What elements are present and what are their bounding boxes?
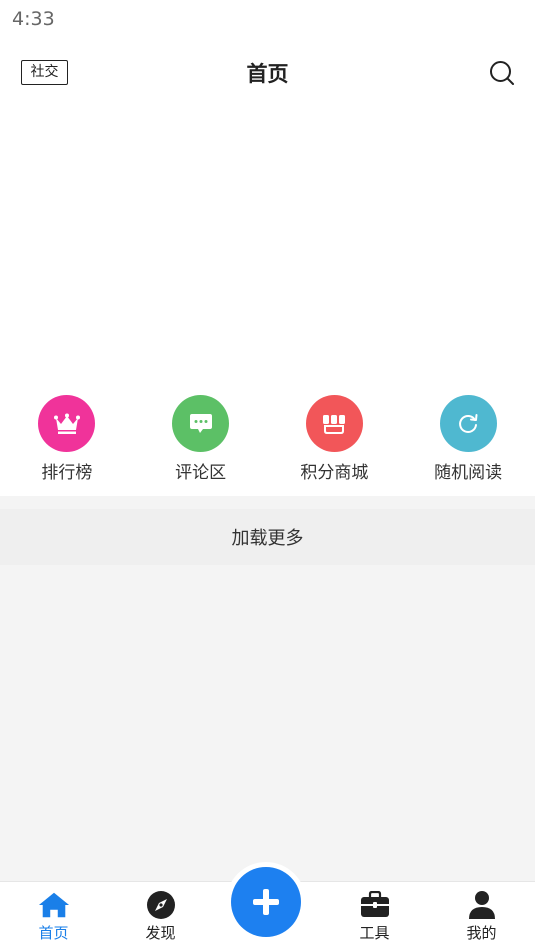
quick-nav-label: 评论区 — [175, 463, 227, 483]
compass-icon — [145, 890, 177, 920]
shop-icon — [305, 395, 363, 452]
user-icon — [466, 890, 498, 920]
load-more-button[interactable]: 加载更多 — [0, 509, 535, 565]
refresh-icon — [439, 395, 497, 452]
tab-home[interactable]: 首页 — [0, 882, 107, 951]
quick-nav: 排行榜 评论区 积分商城 随机阅读 — [0, 392, 535, 492]
publish-button[interactable] — [226, 862, 306, 942]
search-icon[interactable] — [489, 60, 515, 86]
status-bar: 4:33 — [0, 0, 535, 38]
toolbox-icon — [359, 890, 391, 920]
top-header: 社交 首页 — [0, 50, 535, 96]
banner-area[interactable] — [0, 100, 535, 390]
home-icon — [38, 890, 70, 920]
quick-nav-label: 随机阅读 — [434, 463, 503, 483]
quick-nav-label: 积分商城 — [300, 463, 369, 483]
page-title: 首页 — [246, 62, 289, 86]
tab-tools[interactable]: 工具 — [321, 882, 428, 951]
tab-label: 发现 — [145, 924, 176, 942]
social-button[interactable]: 社交 — [21, 60, 68, 85]
app-screen: 4:33 社交 首页 排行榜 评论区 积分商城 随机阅读 加载更多 首页 发现 … — [0, 0, 535, 951]
quick-nav-points-mall[interactable]: 积分商城 — [268, 392, 402, 492]
chat-bubble-icon — [172, 395, 230, 452]
plus-icon — [231, 867, 301, 937]
quick-nav-ranking[interactable]: 排行榜 — [0, 392, 134, 492]
tab-discover[interactable]: 发现 — [107, 882, 214, 951]
status-time: 4:33 — [12, 8, 55, 30]
crown-icon — [38, 395, 96, 452]
tab-mine[interactable]: 我的 — [428, 882, 535, 951]
quick-nav-random-read[interactable]: 随机阅读 — [401, 392, 535, 492]
quick-nav-comments[interactable]: 评论区 — [134, 392, 268, 492]
tab-label: 首页 — [38, 924, 69, 942]
tab-label: 工具 — [359, 924, 390, 942]
quick-nav-label: 排行榜 — [41, 463, 93, 483]
tab-label: 我的 — [466, 924, 497, 942]
